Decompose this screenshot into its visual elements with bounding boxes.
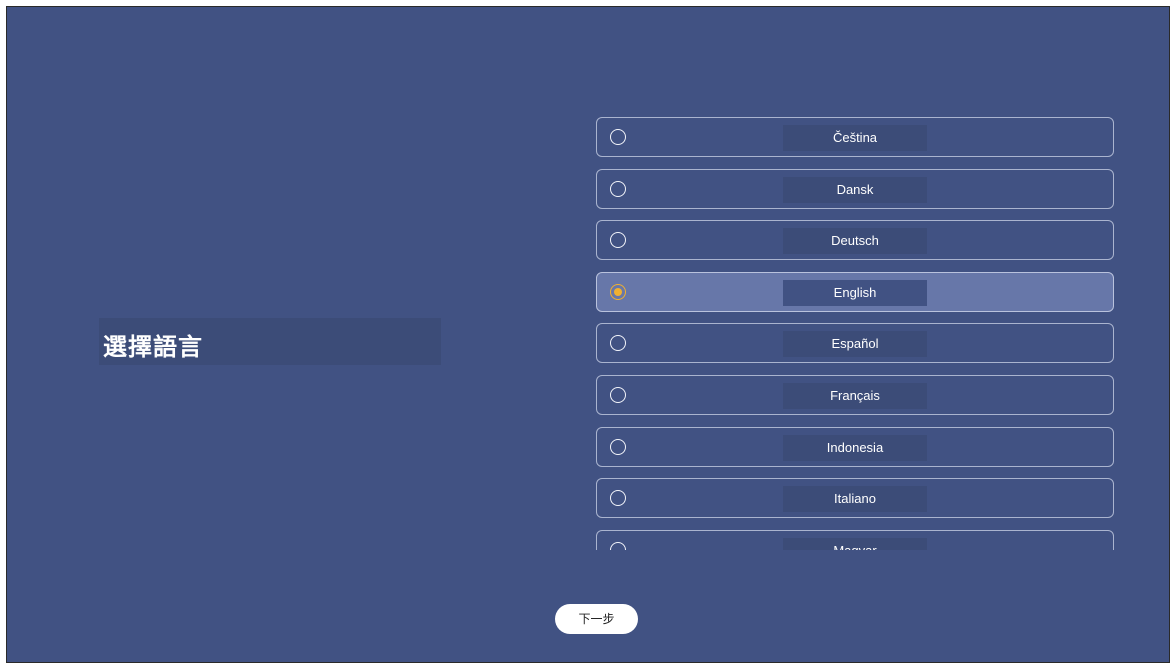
language-option-english[interactable]: English <box>596 272 1114 312</box>
radio-icon[interactable] <box>610 387 626 403</box>
language-label: Čeština <box>783 125 927 151</box>
language-option-magyar[interactable]: Magyar <box>596 530 1114 550</box>
language-label: Italiano <box>783 486 927 512</box>
radio-icon[interactable] <box>610 181 626 197</box>
language-option-espanol[interactable]: Español <box>596 323 1114 363</box>
radio-icon[interactable] <box>610 439 626 455</box>
language-option-francais[interactable]: Français <box>596 375 1114 415</box>
language-option-italiano[interactable]: Italiano <box>596 478 1114 518</box>
radio-selected-icon[interactable] <box>610 284 626 300</box>
radio-icon[interactable] <box>610 490 626 506</box>
radio-icon[interactable] <box>610 129 626 145</box>
language-label: Français <box>783 383 927 409</box>
language-label: Dansk <box>783 177 927 203</box>
next-button[interactable]: 下一步 <box>555 604 638 634</box>
language-option-dansk[interactable]: Dansk <box>596 169 1114 209</box>
language-list[interactable]: Čeština Dansk Deutsch English Español Fr… <box>596 117 1116 550</box>
language-option-indonesia[interactable]: Indonesia <box>596 427 1114 467</box>
radio-icon[interactable] <box>610 232 626 248</box>
page-title-block: 選擇語言 <box>99 318 441 365</box>
language-label: Indonesia <box>783 435 927 461</box>
language-label: Deutsch <box>783 228 927 254</box>
language-label: Magyar <box>783 538 927 550</box>
radio-icon[interactable] <box>610 335 626 351</box>
language-setup-screen: 選擇語言 Čeština Dansk Deutsch English Españ… <box>6 6 1170 663</box>
language-label: Español <box>783 331 927 357</box>
language-label: English <box>783 280 927 306</box>
language-option-cestina[interactable]: Čeština <box>596 117 1114 157</box>
radio-icon[interactable] <box>610 542 626 550</box>
page-title: 選擇語言 <box>103 333 203 361</box>
language-option-deutsch[interactable]: Deutsch <box>596 220 1114 260</box>
